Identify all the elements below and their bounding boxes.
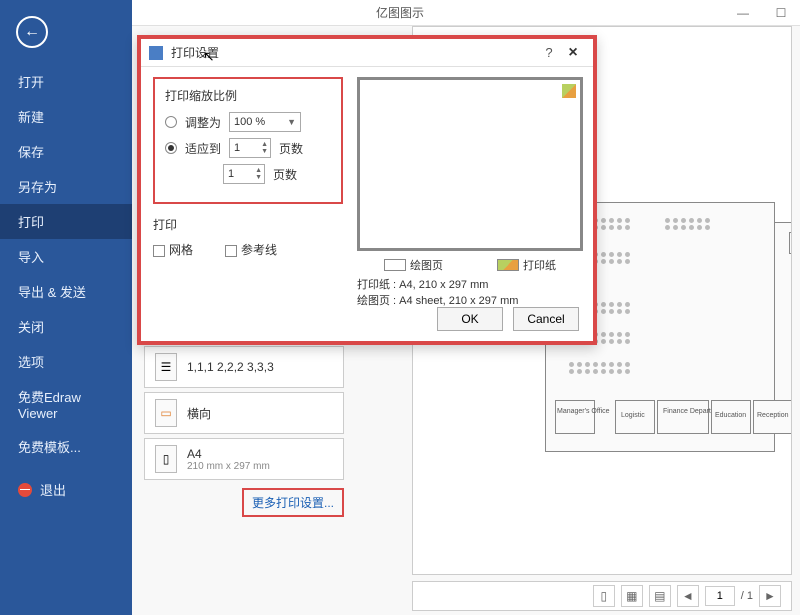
- next-page-button[interactable]: ►: [759, 585, 781, 607]
- print-options-section: 打印 网格 参考线: [153, 216, 343, 258]
- chevron-down-icon: ▼: [287, 117, 296, 127]
- paper-info: 打印纸 : A4, 210 x 297 mm 绘图页 : A4 sheet, 2…: [357, 277, 518, 309]
- scale-title: 打印缩放比例: [165, 87, 331, 104]
- preview-corner-icon: [562, 84, 576, 98]
- sidebar-item-saveas[interactable]: 另存为: [0, 169, 132, 204]
- pages-label-2: 页数: [273, 166, 297, 183]
- fp-reception: Reception: [757, 412, 789, 419]
- print-options-panel: ☰ 1,1,1 2,2,2 3,3,3 ▭ 横向 ▯ A4 210 mm x 2…: [144, 346, 344, 517]
- preview-toolbar: ▯ ▦ ▤ ◄ / 1 ►: [412, 581, 792, 611]
- sidebar-item-import[interactable]: 导入: [0, 239, 132, 274]
- exit-icon: —: [18, 483, 32, 497]
- sidebar-item-print[interactable]: 打印: [0, 204, 132, 239]
- sidebar-item-templates[interactable]: 免费模板...: [0, 429, 132, 464]
- back-arrow-icon: ←: [24, 23, 40, 41]
- radio-adjust-label: 调整为: [185, 114, 221, 131]
- dialog-title: 打印设置: [171, 44, 537, 61]
- edraw-logo-icon: [149, 46, 163, 60]
- radio-fit-label: 适应到: [185, 140, 221, 157]
- panel-copies[interactable]: ☰ 1,1,1 2,2,2 3,3,3: [144, 346, 344, 388]
- sidebar: ← 打开 新建 保存 另存为 打印 导入 导出 & 发送 关闭 选项 免费Edr…: [0, 0, 132, 615]
- sidebar-item-options[interactable]: 选项: [0, 344, 132, 379]
- back-button[interactable]: ←: [16, 16, 48, 48]
- radio-adjust[interactable]: [165, 116, 177, 128]
- view-grid-icon[interactable]: ▤: [649, 585, 671, 607]
- guides-checkbox-label[interactable]: 参考线: [225, 241, 277, 258]
- panel-papersize[interactable]: ▯ A4 210 mm x 297 mm: [144, 438, 344, 480]
- sidebar-item-save[interactable]: 保存: [0, 134, 132, 169]
- sidebar-item-viewer[interactable]: 免费Edraw Viewer: [0, 379, 132, 429]
- scale-section: 打印缩放比例 调整为 100 % ▼ 适应到 1 ▲▼ 页数: [153, 77, 343, 204]
- panel-copies-text: 1,1,1 2,2,2 3,3,3: [187, 360, 274, 374]
- scale-value: 100 %: [234, 116, 265, 128]
- dialog-header: 打印设置 ? ×: [141, 39, 593, 67]
- grid-checkbox[interactable]: [153, 245, 165, 257]
- sidebar-item-close[interactable]: 关闭: [0, 309, 132, 344]
- dialog-close-button[interactable]: ×: [561, 44, 585, 62]
- legend-print-box: [497, 259, 519, 271]
- copies-icon: ☰: [155, 353, 177, 381]
- sidebar-item-exit[interactable]: — 退出: [0, 472, 132, 507]
- fp-manager: Manager's Office: [557, 408, 610, 415]
- legend-draw-box: [384, 259, 406, 271]
- print-settings-dialog: 打印设置 ? × 打印缩放比例 调整为 100 % ▼ 适应到 1 ▲▼: [137, 35, 597, 345]
- sidebar-item-export[interactable]: 导出 & 发送: [0, 274, 132, 309]
- dialog-preview-box: [357, 77, 583, 251]
- view-single-icon[interactable]: ▯: [593, 585, 615, 607]
- guides-checkbox[interactable]: [225, 245, 237, 257]
- scale-combo[interactable]: 100 % ▼: [229, 112, 301, 132]
- panel-orientation[interactable]: ▭ 横向: [144, 392, 344, 434]
- exit-label: 退出: [40, 480, 66, 499]
- view-multi-icon[interactable]: ▦: [621, 585, 643, 607]
- prev-page-button[interactable]: ◄: [677, 585, 699, 607]
- sidebar-item-new[interactable]: 新建: [0, 99, 132, 134]
- panel-orientation-text: 横向: [187, 405, 211, 422]
- legend: 绘图页 打印纸: [357, 257, 583, 273]
- fit-height-spinner[interactable]: 1 ▲▼: [223, 164, 265, 184]
- papersize-icon: ▯: [155, 445, 177, 473]
- page-total: / 1: [741, 590, 753, 602]
- grid-checkbox-label[interactable]: 网格: [153, 241, 193, 258]
- panel-papersize-text: A4: [187, 447, 270, 461]
- maximize-button[interactable]: ☐: [762, 0, 800, 26]
- radio-fit[interactable]: [165, 142, 177, 154]
- dialog-help-button[interactable]: ?: [537, 45, 561, 60]
- fit-width-spinner[interactable]: 1 ▲▼: [229, 138, 271, 158]
- sidebar-item-open[interactable]: 打开: [0, 64, 132, 99]
- fp-education: Education: [715, 412, 746, 419]
- panel-papersize-sub: 210 mm x 297 mm: [187, 461, 270, 472]
- fp-logistic: Logistic: [621, 412, 645, 419]
- print-options-title: 打印: [153, 216, 343, 233]
- app-title: 亿图图示: [376, 4, 424, 21]
- info-print-paper: 打印纸 : A4, 210 x 297 mm: [357, 277, 518, 293]
- pages-label-1: 页数: [279, 140, 303, 157]
- more-print-settings-link[interactable]: 更多打印设置...: [242, 488, 344, 517]
- cancel-button[interactable]: Cancel: [513, 307, 579, 331]
- orientation-icon: ▭: [155, 399, 177, 427]
- minimize-button[interactable]: ―: [724, 0, 762, 26]
- ok-button[interactable]: OK: [437, 307, 503, 331]
- page-input[interactable]: [705, 586, 735, 606]
